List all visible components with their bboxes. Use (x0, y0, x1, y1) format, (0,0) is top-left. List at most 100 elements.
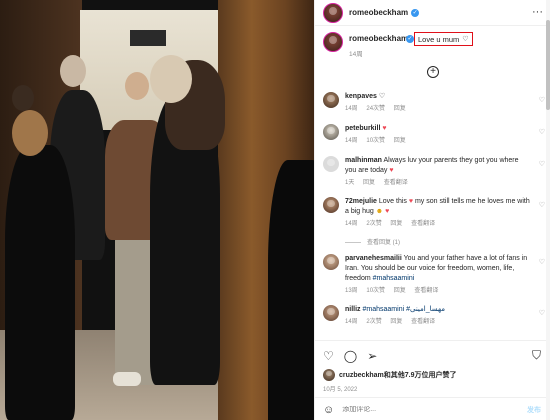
comment-body: parvanehesmailii You and your father hav… (345, 254, 531, 296)
heart-icon[interactable]: ♡ (323, 349, 334, 363)
translate-button[interactable]: 查看翻译 (411, 319, 435, 325)
photo-shoe (113, 372, 141, 386)
comment-username[interactable]: parvanehesmailii (345, 255, 402, 262)
heart-icon: ♥ (385, 208, 390, 215)
comment-username[interactable]: peteburkill (345, 125, 380, 132)
translate-button[interactable]: 查看翻译 (414, 288, 438, 294)
hashtag-link[interactable]: #mahsaamini #مهسا_امینی (363, 306, 445, 313)
photo-person (5, 145, 75, 420)
comment-body: peteburkill ♥ 14周 10次赞 回复 (345, 124, 531, 146)
comment-username[interactable]: kenpaves (345, 93, 377, 100)
avatar[interactable] (323, 254, 339, 270)
comment-body: kenpaves ♡ 14周 24次赞 回复 (345, 92, 531, 114)
avatar[interactable] (323, 32, 343, 52)
heart-icon: ♥ (389, 167, 394, 174)
avatar (323, 369, 335, 381)
reply-button[interactable]: 回复 (363, 180, 375, 186)
avatar[interactable] (323, 2, 343, 23)
verified-icon: ✓ (406, 35, 414, 43)
caption-text-highlight: Love u mum ♡ (414, 32, 473, 46)
comment-time: 14周 (345, 221, 358, 227)
heart-icon: ♥ (382, 125, 387, 132)
comment-time: 1天 (345, 180, 355, 186)
photo-person-head (12, 110, 48, 156)
post-details-panel: romeobeckham ✓ ··· romeobeckham ✓ Love u… (314, 0, 550, 420)
comment-time: 13周 (345, 288, 358, 294)
caption-username[interactable]: romeobeckham (349, 34, 408, 43)
post-header: romeobeckham ✓ ··· (315, 0, 550, 26)
comment-likes[interactable]: 2次赞 (366, 221, 381, 227)
comment-meta: 13周 10次赞 回复 查看翻译 (345, 286, 531, 296)
view-replies-button[interactable]: 查看回复 (1) (345, 237, 400, 246)
photo-person-head (60, 55, 86, 87)
photo-person-head (12, 85, 34, 111)
photo-sign (130, 30, 166, 46)
photo-person-head (125, 72, 149, 100)
like-comment-icon[interactable]: ♡ (539, 96, 545, 104)
heart-outline-icon: ♡ (378, 93, 386, 100)
post-comment-button[interactable]: 发布 (527, 405, 541, 415)
action-icons: ♡ ◯ ➢ (323, 349, 377, 363)
post-date: 10月 5, 2022 (323, 387, 358, 393)
comment-username[interactable]: nilliz (345, 306, 361, 313)
comment-text: Love this (378, 198, 407, 205)
caption-time: 14周 (349, 51, 363, 58)
reply-button[interactable]: 回复 (390, 221, 402, 227)
avatar[interactable] (323, 156, 339, 172)
reply-button[interactable]: 回复 (394, 288, 406, 294)
comment-body: nilliz #mahsaamini #مهسا_امینی 14周 2次赞 回… (345, 305, 531, 327)
photo-person (268, 160, 314, 420)
verified-icon: ✓ (411, 8, 420, 17)
post-photo[interactable] (0, 0, 314, 420)
translate-button[interactable]: 查看翻译 (384, 180, 408, 186)
like-comment-icon[interactable]: ♡ (539, 160, 545, 168)
photo-person-head (150, 55, 192, 103)
comment-meta: 14周 2次赞 回复 查看翻译 (345, 317, 531, 327)
like-comment-icon[interactable]: ♡ (539, 258, 545, 266)
avatar[interactable] (323, 305, 339, 321)
comment-body: malhinman Always luv your parents they g… (345, 156, 531, 188)
reply-button[interactable]: 回复 (394, 138, 406, 144)
comment-likes[interactable]: 10次赞 (366, 288, 385, 294)
bookmark-icon[interactable]: ⛉ (532, 348, 541, 363)
caption-text: Love u mum (418, 34, 460, 44)
reply-button[interactable]: 回复 (394, 106, 406, 112)
comment-input[interactable] (342, 406, 493, 413)
avatar[interactable] (323, 92, 339, 108)
like-comment-icon[interactable]: ♡ (539, 128, 545, 136)
comment-likes[interactable]: 10次赞 (366, 138, 385, 144)
comment-meta: 14周 10次赞 回复 (345, 136, 531, 146)
like-comment-icon[interactable]: ♡ (539, 309, 545, 317)
share-icon[interactable]: ➢ (367, 349, 377, 363)
emoji-icon[interactable]: ☺ (323, 404, 334, 416)
heart-icon: ♡ (462, 35, 469, 43)
comment-username[interactable]: malhinman (345, 157, 382, 164)
post-actions: ♡ ◯ ➢ ⛉ cruzbeckham和其他7.9万位用户赞了 10月 5, 2… (315, 340, 550, 420)
comment-body: 72mejulie Love this ♥ my son still tells… (345, 197, 531, 229)
scrollbar[interactable] (546, 0, 550, 420)
liked-by-text: cruzbeckham和其他7.9万位用户赞了 (339, 372, 457, 379)
smile-emoji-icon: ☻ (375, 208, 384, 215)
avatar[interactable] (323, 197, 339, 213)
comment-username[interactable]: 72mejulie (345, 198, 377, 205)
translate-button[interactable]: 查看翻译 (411, 221, 435, 227)
heart-icon: ♥ (408, 198, 414, 205)
avatar[interactable] (323, 124, 339, 140)
comment-icon[interactable]: ◯ (344, 349, 357, 363)
more-icon[interactable]: ··· (532, 6, 543, 18)
likes-summary[interactable]: cruzbeckham和其他7.9万位用户赞了 (323, 369, 456, 381)
plus-circle-icon[interactable]: + (427, 66, 439, 78)
post-username[interactable]: romeobeckham (349, 8, 408, 17)
comment-likes[interactable]: 2次赞 (366, 319, 381, 325)
reply-button[interactable]: 回复 (390, 319, 402, 325)
hashtag-link[interactable]: #mahsaamini (373, 275, 415, 282)
comment-likes[interactable]: 24次赞 (366, 106, 385, 112)
comment-time: 14周 (345, 106, 358, 112)
comment-meta: 14周 2次赞 回复 查看翻译 (345, 219, 531, 229)
comment-meta: 14周 24次赞 回复 (345, 104, 531, 114)
add-comment-bar: ☺ 发布 (315, 397, 550, 420)
like-comment-icon[interactable]: ♡ (539, 201, 545, 209)
scrollbar-thumb[interactable] (546, 20, 550, 110)
comment-meta: 1天 回复 查看翻译 (345, 178, 531, 188)
comment-time: 14周 (345, 138, 358, 144)
